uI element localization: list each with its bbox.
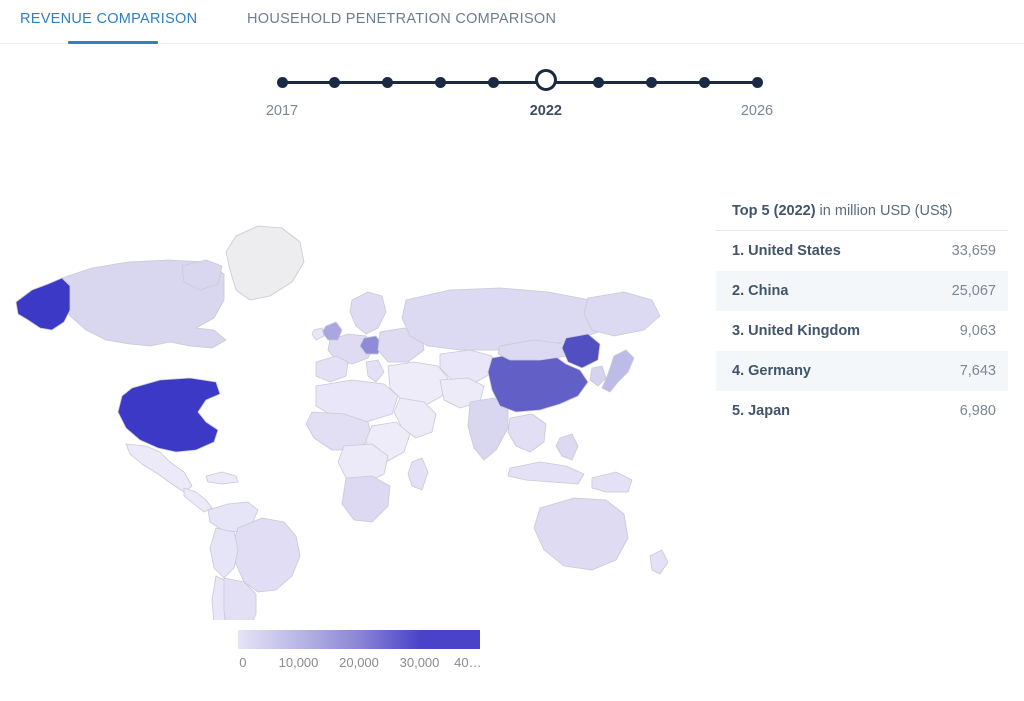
top5-row-name: 1. United States — [732, 243, 841, 259]
region-new-zealand[interactable] — [649, 549, 669, 575]
region-madagascar[interactable] — [407, 457, 429, 491]
top5-row[interactable]: 1. United States 33,659 — [716, 231, 1008, 271]
region-central-america[interactable] — [183, 487, 213, 513]
top5-row[interactable]: 2. China 25,067 — [716, 271, 1008, 311]
region-ireland[interactable] — [311, 327, 325, 341]
tab-revenue-comparison[interactable]: REVENUE COMPARISON — [20, 11, 197, 27]
region-papua-new-guinea[interactable] — [591, 471, 633, 493]
slider-label-2022: 2022 — [529, 103, 563, 119]
top5-title-strong: Top 5 (2022) — [732, 203, 816, 219]
top5-row[interactable]: 3. United Kingdom 9,063 — [716, 311, 1008, 351]
top5-row-name: 2. China — [732, 283, 789, 299]
region-australia[interactable] — [533, 497, 629, 571]
top5-title: Top 5 (2022) in million USD (US$) — [716, 203, 1008, 231]
map-color-legend: 0 10,000 20,000 30,000 40… — [238, 630, 482, 682]
region-italy[interactable] — [365, 359, 385, 383]
region-iberia[interactable] — [315, 355, 349, 383]
region-brazil[interactable] — [231, 517, 301, 593]
region-southeast-asia[interactable] — [507, 413, 547, 453]
region-greenland[interactable] — [225, 225, 305, 301]
tab-bar: REVENUE COMPARISON HOUSEHOLD PENETRATION… — [0, 0, 1024, 44]
region-southern-africa[interactable] — [341, 475, 391, 523]
top5-list: 1. United States 33,659 2. China 25,067 3. U… — [716, 231, 1008, 431]
region-northeast-china[interactable] — [561, 333, 601, 369]
top5-row-value: 9,063 — [959, 323, 996, 339]
region-philippines[interactable] — [555, 433, 579, 461]
region-scandinavia[interactable] — [349, 291, 387, 335]
legend-label-40: 40… — [454, 655, 482, 670]
legend-gradient-bar — [238, 630, 480, 649]
top5-panel: Top 5 (2022) in million USD (US$) 1. Uni… — [716, 203, 1008, 431]
region-india[interactable] — [467, 397, 509, 461]
region-united-kingdom[interactable] — [321, 321, 343, 341]
region-japan[interactable] — [601, 349, 635, 393]
region-central-asia[interactable] — [439, 349, 495, 383]
region-siberia-east[interactable] — [583, 291, 661, 337]
slider-tick-2020[interactable] — [434, 77, 446, 88]
slider-handle[interactable] — [534, 69, 557, 91]
top5-row-value: 7,643 — [959, 363, 996, 379]
top5-row-value: 33,659 — [951, 243, 996, 259]
top5-row-value: 25,067 — [951, 283, 996, 299]
legend-tick-labels: 0 10,000 20,000 30,000 40… — [238, 655, 482, 675]
region-caribbean[interactable] — [205, 471, 239, 485]
slider-track[interactable] — [282, 81, 757, 84]
active-tab-indicator — [68, 41, 158, 44]
top5-row-name: 3. United Kingdom — [732, 323, 861, 339]
slider-tick-2025[interactable] — [698, 77, 710, 88]
slider-tick-2021[interactable] — [487, 77, 499, 88]
slider-label-2026: 2026 — [740, 103, 774, 119]
legend-segment-0 — [238, 630, 299, 649]
top5-title-rest: in million USD (US$) — [815, 203, 953, 219]
world-map[interactable] — [0, 150, 714, 620]
slider-tick-2017[interactable] — [276, 77, 288, 88]
region-korea[interactable] — [589, 365, 607, 387]
legend-label-30000: 30,000 — [399, 655, 440, 670]
legend-segment-3 — [419, 630, 480, 649]
slider-tick-2024[interactable] — [645, 77, 657, 88]
region-peru-bolivia[interactable] — [209, 527, 239, 579]
legend-label-20000: 20,000 — [339, 655, 379, 670]
slider-tick-2018[interactable] — [329, 77, 341, 88]
slider-label-2017: 2017 — [265, 103, 299, 119]
legend-segment-2 — [359, 630, 420, 649]
slider-tick-2023[interactable] — [593, 77, 605, 88]
year-slider[interactable]: 2017 2022 2026 — [0, 60, 1024, 124]
top5-row-name: 5. Japan — [732, 403, 791, 419]
slider-tick-2019[interactable] — [382, 77, 394, 88]
legend-label-0: 0 — [239, 655, 247, 670]
region-indonesia[interactable] — [507, 461, 585, 485]
top5-row-name: 4. Germany — [732, 363, 811, 379]
top5-row[interactable]: 4. Germany 7,643 — [716, 351, 1008, 391]
top5-row[interactable]: 5. Japan 6,980 — [716, 391, 1008, 431]
legend-segment-1 — [298, 630, 359, 649]
region-united-states[interactable] — [117, 377, 221, 453]
legend-label-10000: 10,000 — [278, 655, 319, 670]
tab-household-penetration-comparison[interactable]: HOUSEHOLD PENETRATION COMPARISON — [247, 11, 556, 27]
region-alaska[interactable] — [15, 277, 71, 331]
slider-tick-2026[interactable] — [751, 77, 763, 88]
top5-row-value: 6,980 — [959, 403, 996, 419]
